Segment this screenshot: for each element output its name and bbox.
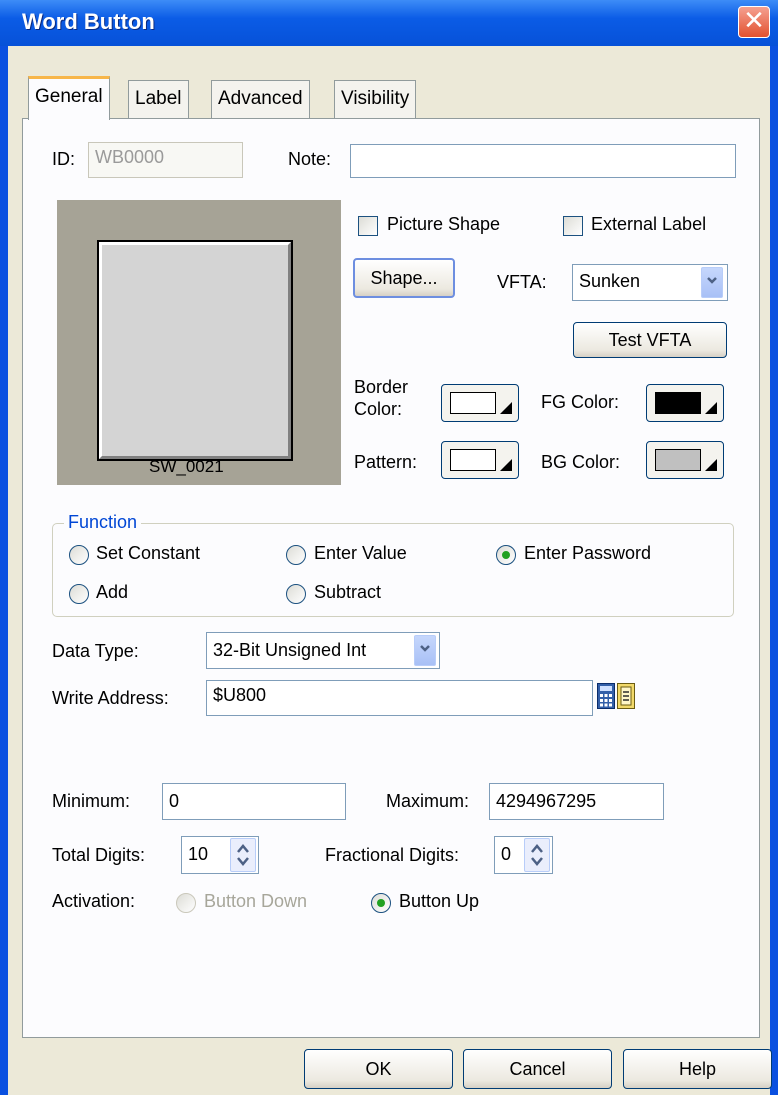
data-type-label: Data Type: [52, 641, 139, 661]
tab-label: General [35, 86, 103, 107]
data-type-select[interactable]: 32-Bit Unsigned Int [206, 632, 440, 669]
tab-general[interactable]: General [28, 76, 110, 120]
pattern-swatch [450, 449, 496, 471]
test-vfta-button[interactable]: Test VFTA [573, 322, 727, 358]
border-color-swatch [450, 392, 496, 414]
button-down-label: Button Down [204, 891, 308, 911]
bg-color-swatch [655, 449, 701, 471]
tag-browse-icon[interactable] [617, 683, 635, 709]
enter-value-label: Enter Value [314, 543, 407, 563]
border-color-button[interactable] [441, 384, 519, 422]
note-label: Note: [288, 149, 332, 169]
enter-password-radio[interactable] [496, 545, 516, 565]
stepper-icon[interactable] [524, 838, 550, 872]
enter-password-label: Enter Password [524, 543, 652, 563]
id-field: WB0000 [88, 142, 243, 178]
shape-button[interactable]: Shape... [353, 258, 455, 298]
cancel-button[interactable]: Cancel [463, 1049, 612, 1089]
picture-shape-label: Picture Shape [387, 214, 501, 234]
bg-color-button[interactable] [646, 441, 724, 479]
fg-color-button[interactable] [646, 384, 724, 422]
chevron-down-icon[interactable] [701, 267, 723, 298]
minimum-field[interactable]: 0 [162, 783, 346, 820]
preview-caption: SW_0021 [149, 457, 224, 476]
border-color-label: Border Color: [354, 377, 409, 419]
fg-color-swatch [655, 392, 701, 414]
activation-label: Activation: [52, 891, 136, 911]
calculator-icon[interactable] [597, 683, 615, 709]
set-constant-radio[interactable] [69, 545, 89, 565]
tab-label: Visibility [341, 88, 410, 109]
stepper-icon[interactable] [230, 838, 256, 872]
ok-button[interactable]: OK [304, 1049, 453, 1089]
data-type-value: 32-Bit Unsigned Int [213, 640, 367, 660]
subtract-label: Subtract [314, 582, 382, 602]
button-down-radio[interactable] [176, 893, 196, 913]
fg-color-label: FG Color: [541, 392, 620, 412]
external-label-checkbox[interactable] [563, 216, 583, 236]
add-radio[interactable] [69, 584, 89, 604]
add-label: Add [96, 582, 129, 602]
button-up-label: Button Up [399, 891, 480, 911]
dropdown-triangle-icon [500, 459, 512, 471]
picture-shape-checkbox[interactable] [358, 216, 378, 236]
subtract-radio[interactable] [286, 584, 306, 604]
tab-label: Advanced [218, 88, 303, 109]
tab-label[interactable]: Label [128, 80, 189, 118]
write-address-field[interactable]: $U800 [206, 680, 593, 716]
pattern-label: Pattern: [354, 452, 418, 472]
vfta-value: Sunken [579, 271, 641, 291]
maximum-label: Maximum: [386, 791, 470, 811]
write-address-label: Write Address: [52, 688, 169, 708]
vfta-label: VFTA: [497, 272, 547, 292]
tab-visibility[interactable]: Visibility [334, 80, 417, 118]
total-digits-label: Total Digits: [52, 845, 146, 865]
bg-color-label: BG Color: [541, 452, 621, 472]
help-button[interactable]: Help [623, 1049, 772, 1089]
tab-advanced[interactable]: Advanced [211, 80, 310, 118]
pattern-button[interactable] [441, 441, 519, 479]
set-constant-label: Set Constant [96, 543, 201, 563]
close-icon[interactable]: ✕ [738, 6, 770, 38]
function-group [52, 523, 734, 617]
external-label-label: External Label [591, 214, 707, 234]
total-digits-value: 10 [188, 844, 209, 864]
window-title: Word Button [22, 9, 155, 34]
dropdown-triangle-icon [705, 459, 717, 471]
fractional-digits-value: 0 [501, 844, 512, 864]
button-up-radio[interactable] [371, 893, 391, 913]
maximum-field[interactable]: 4294967295 [489, 783, 664, 820]
chevron-down-icon[interactable] [414, 635, 436, 666]
note-field[interactable] [350, 144, 736, 178]
fractional-digits-label: Fractional Digits: [325, 845, 460, 865]
preview-shape [99, 242, 291, 459]
function-legend: Function [64, 512, 142, 533]
dropdown-triangle-icon [500, 402, 512, 414]
enter-value-radio[interactable] [286, 545, 306, 565]
dropdown-triangle-icon [705, 402, 717, 414]
minimum-label: Minimum: [52, 791, 131, 811]
id-label: ID: [52, 149, 76, 169]
tab-label: Label [135, 88, 182, 109]
shape-preview: SW_0021 [57, 200, 341, 485]
